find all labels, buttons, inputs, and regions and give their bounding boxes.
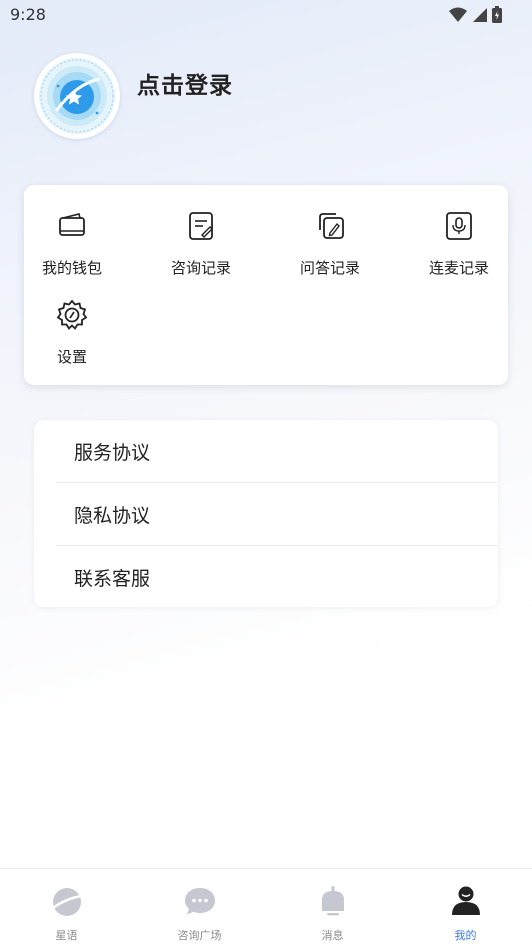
- nav-tab-consult-square-label: 咨询广场: [177, 929, 222, 942]
- wifi-icon: [449, 7, 467, 22]
- chat-bubble-icon: [184, 888, 215, 915]
- status-icons: [449, 6, 502, 23]
- avatar-planet-icon: [39, 58, 115, 134]
- signal-icon: [473, 7, 487, 22]
- qa-record-label: 问答记录: [299, 259, 360, 277]
- privacy-agreement-label: 隐私协议: [74, 505, 151, 527]
- user-icon: [451, 886, 480, 915]
- nav-tab-messages-label: 消息: [321, 929, 344, 942]
- nav-tab-messages[interactable]: 消息: [266, 869, 399, 947]
- consult-record-label: 咨询记录: [170, 259, 231, 277]
- wallet-button[interactable]: 我的钱包: [24, 209, 120, 278]
- mic-record-button[interactable]: 连麦记录: [411, 209, 507, 278]
- login-link[interactable]: 点击登录: [137, 66, 233, 100]
- mic-record-label: 连麦记录: [428, 259, 489, 277]
- status-time: 9:28: [10, 5, 46, 24]
- consult-record-button[interactable]: 咨询记录: [153, 209, 249, 278]
- avatar[interactable]: [34, 53, 120, 139]
- consult-record-icon: [189, 212, 213, 240]
- qa-record-button[interactable]: 问答记录: [282, 209, 378, 278]
- privacy-agreement-link[interactable]: 隐私协议: [34, 483, 498, 545]
- status-bar: 9:28: [0, 0, 532, 30]
- planet-icon: [51, 888, 82, 916]
- settings-icon: [56, 299, 88, 330]
- nav-tab-mine[interactable]: 我的: [399, 869, 532, 947]
- function-card: 我的钱包 咨询记录 问答记录 连麦记录 设置: [24, 185, 508, 385]
- settings-button[interactable]: 设置: [24, 298, 120, 367]
- contact-service-link[interactable]: 联系客服: [34, 546, 498, 608]
- links-card: 服务协议 隐私协议 联系客服: [34, 420, 498, 607]
- nav-tab-xingyu[interactable]: 星语: [0, 869, 133, 947]
- nav-tab-xingyu-label: 星语: [55, 929, 78, 942]
- contact-service-label: 联系客服: [74, 568, 151, 590]
- service-agreement-link[interactable]: 服务协议: [34, 420, 498, 482]
- bell-icon: [321, 886, 344, 916]
- wallet-icon: [59, 213, 85, 236]
- qa-record-icon: [319, 213, 344, 239]
- bottom-nav: 星语 咨询广场 消息 我的: [0, 868, 532, 947]
- wallet-label: 我的钱包: [41, 259, 102, 277]
- settings-label: 设置: [56, 348, 87, 366]
- mic-record-icon: [446, 212, 472, 240]
- nav-tab-consult-square[interactable]: 咨询广场: [133, 869, 266, 947]
- service-agreement-label: 服务协议: [74, 442, 151, 464]
- battery-icon: [492, 6, 502, 23]
- nav-tab-mine-label: 我的: [454, 929, 477, 942]
